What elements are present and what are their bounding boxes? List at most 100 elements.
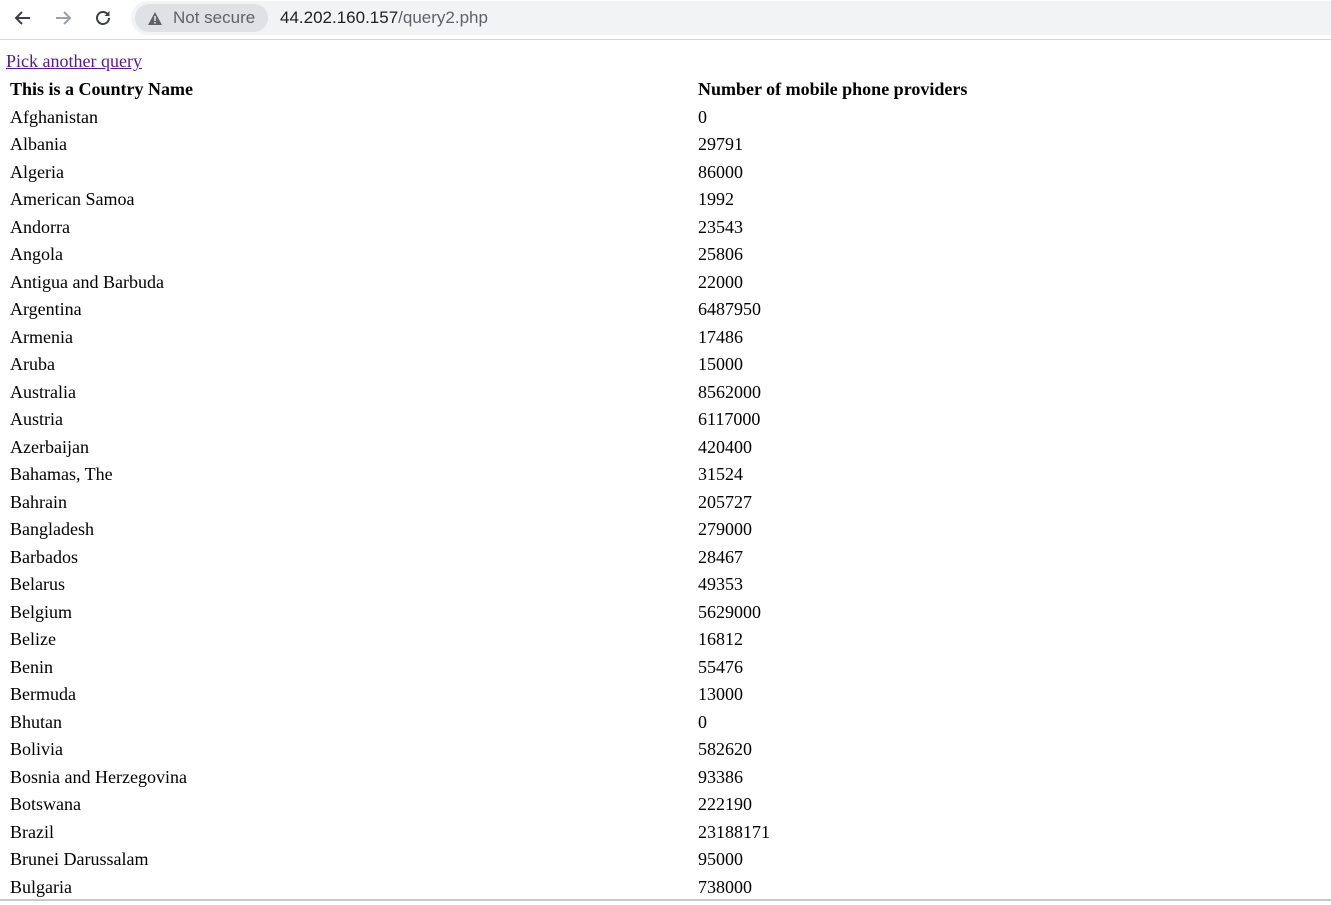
country-name-cell: Belgium (10, 601, 72, 622)
browser-toolbar: Not secure 44.202.160.157/query2.php (0, 0, 1331, 40)
country-name-cell: Belarus (10, 574, 65, 595)
country-name-cell: Aruba (10, 354, 55, 375)
country-name-cell: Bosnia and Herzegovina (10, 766, 187, 787)
country-name-cell: Armenia (10, 326, 73, 347)
providers-count-cell: 29791 (698, 134, 743, 155)
table-row: Bermuda 13000 (9, 682, 1319, 708)
back-arrow-icon (14, 11, 30, 25)
providers-count-cell: 5629000 (698, 601, 761, 622)
providers-count-cell: 6117000 (698, 409, 761, 430)
providers-count-cell: 6487950 (698, 299, 761, 320)
providers-count-cell: 93386 (698, 766, 743, 787)
table-row: Antigua and Barbuda 22000 (9, 270, 1319, 296)
providers-count-cell: 279000 (698, 519, 752, 540)
providers-count-cell: 0 (698, 106, 707, 127)
results-table: This is a Country Name Number of mobile … (7, 75, 1321, 902)
table-row: Benin 55476 (9, 655, 1319, 681)
country-name-cell: Andorra (10, 216, 70, 237)
url-path: /query2.php (398, 8, 488, 27)
table-row: Argentina 6487950 (9, 297, 1319, 323)
back-button[interactable] (9, 4, 37, 32)
country-name-cell: Bangladesh (10, 519, 94, 540)
header-row: This is a Country Name Number of mobile … (9, 77, 1319, 103)
country-name-cell: Bahrain (10, 491, 67, 512)
url-text[interactable]: 44.202.160.157/query2.php (280, 8, 488, 28)
table-row: Armenia 17486 (9, 325, 1319, 351)
country-name-cell: Afghanistan (10, 106, 98, 127)
country-name-cell: Botswana (10, 794, 81, 815)
url-host: 44.202.160.157 (280, 8, 399, 27)
providers-count-cell: 28467 (698, 546, 743, 567)
country-name-cell: Azerbaijan (10, 436, 89, 457)
table-row: Bolivia 582620 (9, 737, 1319, 763)
country-name-cell: Albania (10, 134, 67, 155)
forward-button[interactable] (49, 4, 77, 32)
table-row: Belize 16812 (9, 627, 1319, 653)
country-name-header: This is a Country Name (10, 79, 194, 100)
table-row: Bahrain 205727 (9, 490, 1319, 516)
country-name-cell: Brazil (10, 821, 54, 842)
table-row: Albania 29791 (9, 132, 1319, 158)
providers-count-cell: 23188171 (698, 821, 770, 842)
reload-button[interactable] (89, 4, 117, 32)
country-name-cell: Barbados (10, 546, 78, 567)
country-name-cell: Brunei Darussalam (10, 849, 149, 870)
address-bar[interactable]: Not secure 44.202.160.157/query2.php (131, 1, 1331, 35)
page-content: Pick another query This is a Country Nam… (0, 41, 1331, 899)
table-row: American Samoa 1992 (9, 187, 1319, 213)
table-row: Angola 25806 (9, 242, 1319, 268)
pick-another-query-link[interactable]: Pick another query (6, 51, 142, 71)
providers-count-cell: 582620 (698, 739, 752, 760)
security-indicator[interactable]: Not secure (135, 4, 268, 32)
table-row: Belarus 49353 (9, 572, 1319, 598)
country-name-cell: Austria (10, 409, 63, 430)
table-row: Brunei Darussalam 95000 (9, 847, 1319, 873)
warning-icon (147, 11, 163, 26)
providers-count-cell: 222190 (698, 794, 752, 815)
country-name-cell: Belize (10, 629, 56, 650)
country-name-cell: American Samoa (10, 189, 135, 210)
providers-count-cell: 17486 (698, 326, 743, 347)
table-row: Barbados 28467 (9, 545, 1319, 571)
divider (0, 899, 1331, 901)
reload-icon (96, 11, 110, 25)
country-name-cell: Antigua and Barbuda (10, 271, 164, 292)
table-row: Bosnia and Herzegovina 93386 (9, 765, 1319, 791)
table-row: Bahamas, The 31524 (9, 462, 1319, 488)
country-name-cell: Argentina (10, 299, 82, 320)
table-row: Afghanistan 0 (9, 105, 1319, 131)
providers-count-cell: 22000 (698, 271, 743, 292)
providers-count-cell: 95000 (698, 849, 743, 870)
security-label: Not secure (173, 8, 256, 27)
table-row: Brazil 23188171 (9, 820, 1319, 846)
table-row: Bulgaria 738000 (9, 875, 1319, 901)
table-row: Botswana 222190 (9, 792, 1319, 818)
country-name-cell: Angola (10, 244, 63, 265)
providers-count-cell: 420400 (698, 436, 752, 457)
table-row: Bangladesh 279000 (9, 517, 1319, 543)
country-name-cell: Algeria (10, 161, 64, 182)
table-row: Australia 8562000 (9, 380, 1319, 406)
table-row: Aruba 15000 (9, 352, 1319, 378)
providers-count-cell: 25806 (698, 244, 743, 265)
country-name-cell: Bhutan (10, 711, 62, 732)
country-name-cell: Australia (10, 381, 76, 402)
providers-count-cell: 0 (698, 711, 707, 732)
table-row: Andorra 23543 (9, 215, 1319, 241)
country-name-cell: Bermuda (10, 684, 76, 705)
results-body: Afghanistan 0 Albania 29791 Algeria 86000 Amer… (9, 105, 1319, 901)
country-name-cell: Bolivia (10, 739, 63, 760)
providers-count-cell: 205727 (698, 491, 752, 512)
table-row: Bhutan 0 (9, 710, 1319, 736)
providers-count-cell: 1992 (698, 189, 734, 210)
country-name-cell: Benin (10, 656, 53, 677)
table-row: Austria 6117000 (9, 407, 1319, 433)
providers-count-cell: 8562000 (698, 381, 761, 402)
providers-count-cell: 15000 (698, 354, 743, 375)
providers-count-cell: 738000 (698, 876, 752, 897)
providers-count-cell: 16812 (698, 629, 743, 650)
country-name-cell: Bulgaria (10, 876, 72, 897)
providers-count-cell: 31524 (698, 464, 743, 485)
providers-count-header: Number of mobile phone providers (698, 79, 968, 100)
table-row: Algeria 86000 (9, 160, 1319, 186)
